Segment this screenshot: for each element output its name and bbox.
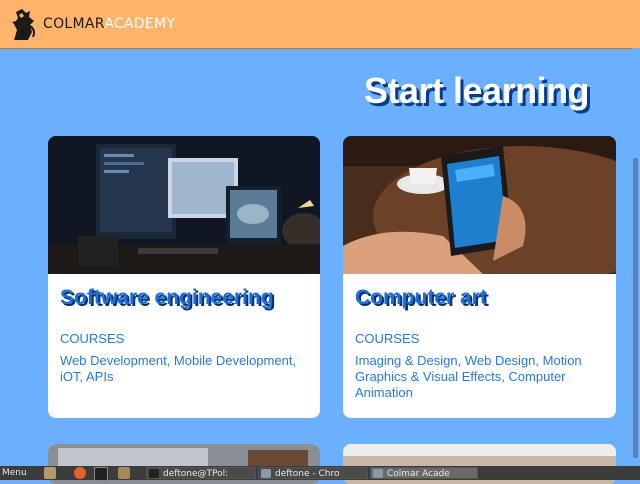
browser-icon[interactable] [74, 467, 86, 479]
scrollbar-thumb[interactable] [633, 158, 638, 458]
course-card-software[interactable]: Software engineering COURSES Web Develop… [48, 136, 320, 418]
task-terminal[interactable]: deftone@TPol: [146, 467, 256, 479]
brand-part-academy: ACADEMY [104, 16, 176, 32]
card-title[interactable]: Software engineering [60, 286, 274, 310]
terminal-icon [149, 469, 159, 478]
files-icon[interactable] [118, 467, 130, 479]
brand-part-colmar: COLMAR [43, 16, 105, 32]
taskbar: Menu deftone@TPol: deftone - Chro Colmar… [0, 466, 640, 481]
folder-icon[interactable] [44, 467, 56, 479]
card-course-list: Imaging & Design, Web Design, Motion Gra… [355, 353, 582, 400]
card-course-list: Web Development, Mobile Development, iOT… [60, 353, 297, 384]
start-menu-button[interactable]: Menu [2, 468, 27, 478]
desk-with-monitors-image [48, 136, 320, 274]
task-label: deftone@TPol: [163, 469, 229, 479]
task-label: Colmar Acade [387, 469, 450, 479]
task-chrome[interactable]: deftone - Chro [258, 467, 368, 479]
hand-holding-phone-image [343, 136, 616, 274]
task-label: deftone - Chro [275, 469, 340, 479]
chrome-icon [373, 469, 383, 478]
site-header: COLMARACADEMY [0, 0, 640, 49]
page-title: Start learning [364, 70, 590, 111]
chrome-icon [261, 469, 271, 478]
task-colmar[interactable]: Colmar Acade [370, 467, 478, 479]
terminal-icon[interactable] [94, 467, 108, 481]
brand-name[interactable]: COLMARACADEMY [43, 16, 175, 32]
scrollbar[interactable] [632, 48, 640, 468]
lion-crest-icon[interactable] [8, 4, 38, 44]
card-title[interactable]: Computer art [355, 286, 487, 310]
course-card-computer-art[interactable]: Computer art COURSES Imaging & Design, W… [343, 136, 616, 418]
card-label: COURSES [60, 331, 125, 346]
card-label: COURSES [355, 331, 420, 346]
